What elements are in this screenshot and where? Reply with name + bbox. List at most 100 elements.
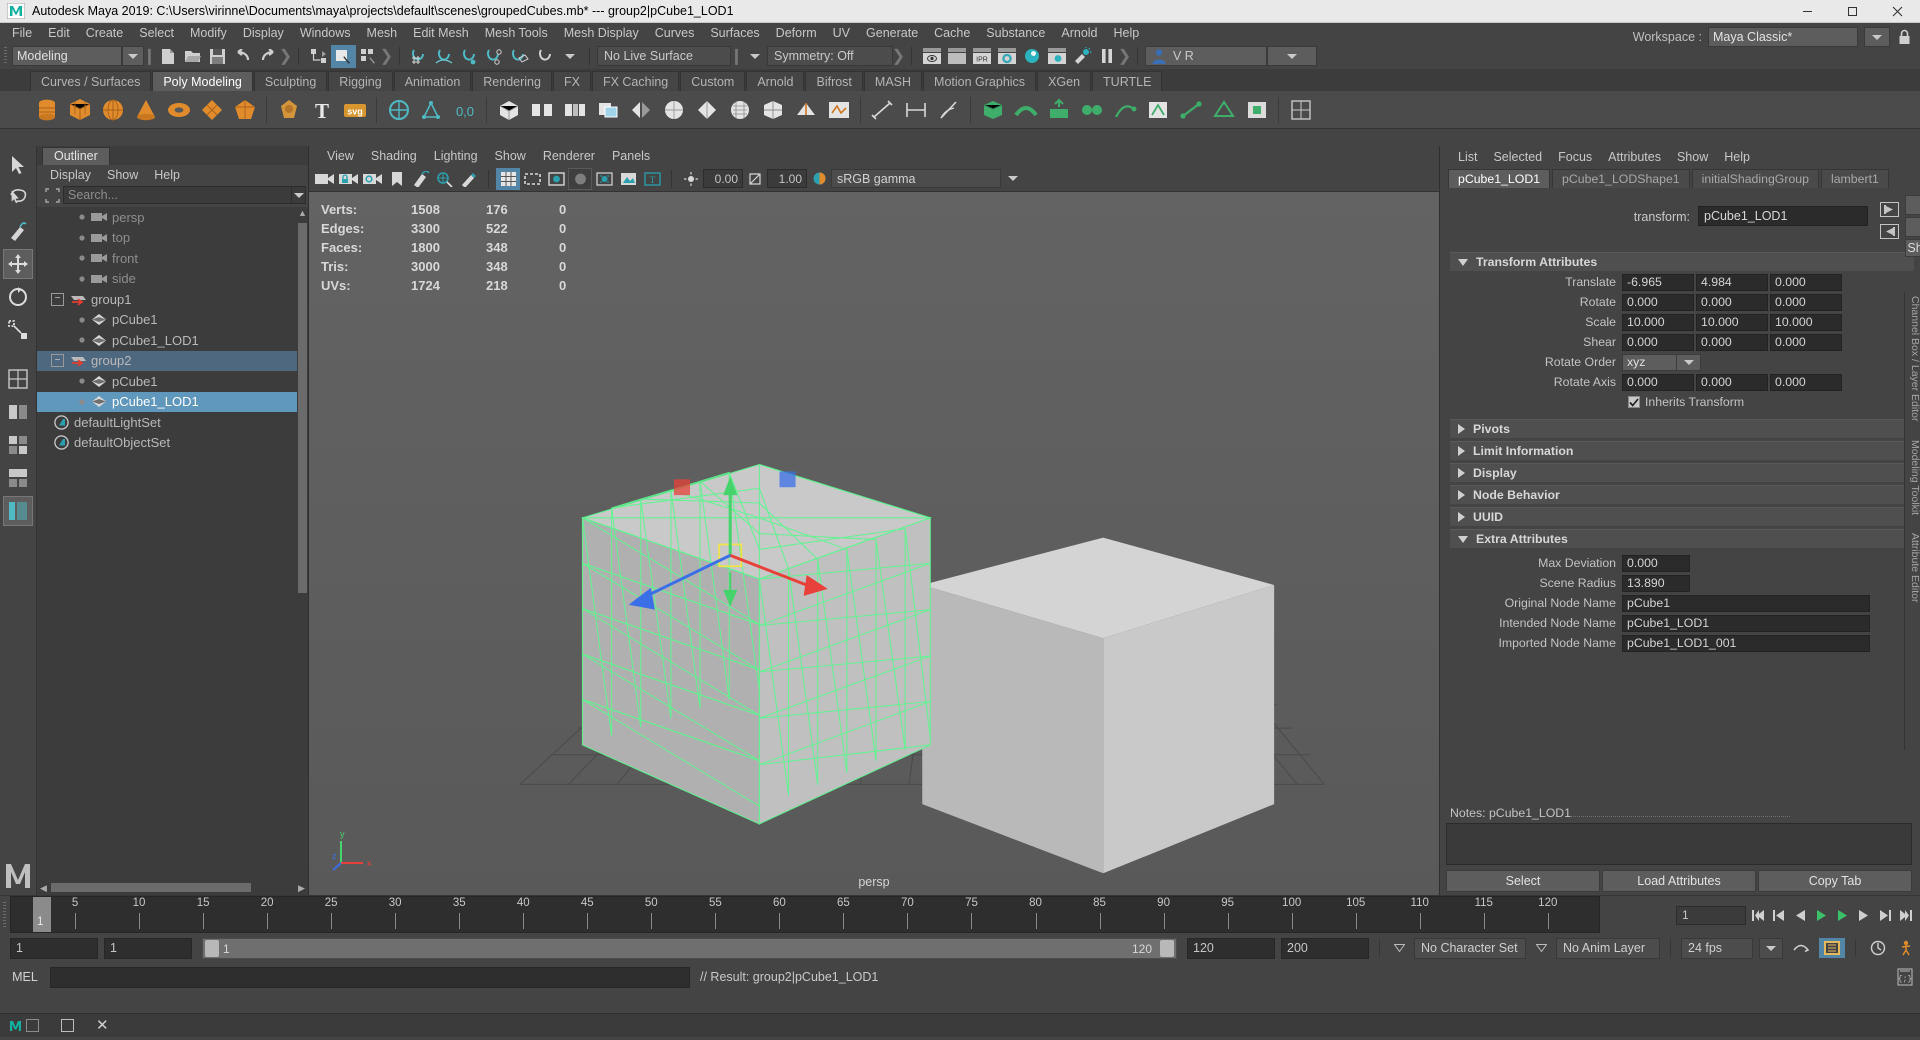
image-plane-icon[interactable] bbox=[409, 168, 433, 190]
menu-file[interactable]: File bbox=[4, 23, 40, 43]
select-tool-icon[interactable] bbox=[3, 150, 33, 180]
scroll-right-arrow[interactable]: ▶ bbox=[295, 882, 308, 894]
scene-radius-input[interactable]: 13.890 bbox=[1622, 575, 1690, 592]
view-panel-four-icon[interactable] bbox=[3, 430, 33, 460]
outliner-item-defaultobjectset[interactable]: defaultObjectSet bbox=[37, 433, 308, 454]
menu-edit-mesh[interactable]: Edit Mesh bbox=[405, 23, 477, 43]
connect-icon[interactable] bbox=[1176, 94, 1205, 126]
menu-create[interactable]: Create bbox=[78, 23, 132, 43]
copy-tab-button[interactable]: Copy Tab bbox=[1758, 870, 1912, 892]
new-scene-button[interactable] bbox=[155, 45, 180, 68]
uv-editor-icon[interactable] bbox=[1286, 94, 1315, 126]
measure-arc-icon[interactable] bbox=[934, 94, 963, 126]
rail-tab-channel-box[interactable]: Channel Box / Layer Editor bbox=[1905, 292, 1920, 426]
imported-node-name-input[interactable]: pCube1_LOD1_001 bbox=[1622, 635, 1870, 652]
poly-torus-icon[interactable] bbox=[164, 94, 193, 126]
ae-menu-attributes[interactable]: Attributes bbox=[1600, 149, 1669, 165]
smooth-icon[interactable] bbox=[659, 94, 688, 126]
shelf-tab-turtle[interactable]: TURTLE bbox=[1092, 71, 1162, 91]
scale-x-input[interactable]: 10.000 bbox=[1622, 314, 1694, 331]
scale-tool-icon[interactable] bbox=[3, 315, 33, 345]
shear-x-input[interactable]: 0.000 bbox=[1622, 334, 1694, 351]
menu-display[interactable]: Display bbox=[235, 23, 292, 43]
color-management-icon[interactable] bbox=[807, 168, 831, 190]
outliner-horizontal-scrollbar[interactable]: ◀ ▶ bbox=[37, 881, 308, 895]
close-button[interactable] bbox=[1875, 0, 1920, 23]
reduce-icon[interactable] bbox=[692, 94, 721, 126]
shelf-tab-fx-caching[interactable]: FX Caching bbox=[592, 71, 679, 91]
extrude-icon[interactable] bbox=[1044, 94, 1073, 126]
xray-text-icon[interactable]: T bbox=[640, 168, 664, 190]
section-node-behavior[interactable]: Node Behavior bbox=[1450, 485, 1914, 504]
poly-cylinder-icon[interactable] bbox=[32, 94, 61, 126]
snap-to-grid-button[interactable] bbox=[407, 45, 432, 68]
maximize-button[interactable] bbox=[1830, 0, 1875, 23]
anim-layer-dropdown-arrow[interactable] bbox=[1532, 938, 1550, 958]
save-scene-button[interactable] bbox=[205, 45, 230, 68]
shelf-tab-animation[interactable]: Animation bbox=[394, 71, 472, 91]
bookmark-icon[interactable] bbox=[385, 168, 409, 190]
taskbar-close-icon[interactable]: ✕ bbox=[96, 1018, 109, 1033]
separate-icon[interactable] bbox=[527, 94, 556, 126]
menu-cache[interactable]: Cache bbox=[926, 23, 978, 43]
playback-start-time-field[interactable]: 1 bbox=[104, 938, 192, 959]
load-attributes-button[interactable]: Load Attributes bbox=[1602, 870, 1756, 892]
playback-end-time-field[interactable]: 120 bbox=[1187, 938, 1275, 959]
section-extra-attributes[interactable]: Extra Attributes bbox=[1450, 529, 1914, 548]
rotate-tool-icon[interactable] bbox=[3, 282, 33, 312]
expand-collapse-toggle[interactable]: − bbox=[51, 354, 64, 367]
move-tool-icon[interactable] bbox=[3, 249, 33, 279]
outliner-menu-help[interactable]: Help bbox=[147, 167, 187, 183]
shelf-tab-fx[interactable]: FX bbox=[553, 71, 591, 91]
grid-toggle-icon[interactable] bbox=[496, 168, 520, 190]
poly-sphere-icon[interactable] bbox=[98, 94, 127, 126]
last-tool-icon[interactable] bbox=[3, 364, 33, 394]
shelf-tab-curves-surfaces[interactable]: Curves / Surfaces bbox=[30, 71, 151, 91]
lasso-tool-icon[interactable] bbox=[3, 183, 33, 213]
snap-dropdown-arrow[interactable] bbox=[557, 45, 582, 68]
shelf-tab-xgen[interactable]: XGen bbox=[1037, 71, 1091, 91]
timeline-track[interactable]: 1 51015202530354045505560657075808590951… bbox=[10, 896, 1600, 933]
snap-together-icon[interactable]: 0,0 bbox=[450, 94, 479, 126]
ae-menu-selected[interactable]: Selected bbox=[1485, 149, 1550, 165]
menu-set-selector[interactable]: Modeling bbox=[12, 46, 122, 66]
outliner-item-group1[interactable]: −group1 bbox=[37, 289, 308, 310]
rail-tab-attribute-editor[interactable]: Attribute Editor bbox=[1905, 529, 1920, 606]
rail-tab-modeling-toolkit[interactable]: Modeling Toolkit bbox=[1905, 436, 1920, 519]
workspace-dropdown-arrow[interactable] bbox=[1864, 27, 1890, 47]
previous-node-arrow-icon[interactable] bbox=[1880, 202, 1899, 217]
shelf-tab-mash[interactable]: MASH bbox=[864, 71, 922, 91]
film-gate-icon[interactable] bbox=[520, 168, 544, 190]
animation-preferences-button[interactable] bbox=[1819, 938, 1845, 958]
type-tool-icon[interactable]: T bbox=[307, 94, 336, 126]
menu-mesh-tools[interactable]: Mesh Tools bbox=[477, 23, 556, 43]
viewport-menu-shading[interactable]: Shading bbox=[363, 148, 425, 164]
view-panel-three-icon[interactable] bbox=[3, 463, 33, 493]
rotate-axis-z-input[interactable]: 0.000 bbox=[1770, 374, 1842, 391]
go-to-end-button[interactable] bbox=[1896, 905, 1914, 925]
section-limit-information[interactable]: Limit Information bbox=[1450, 441, 1914, 460]
statusline-grip[interactable] bbox=[2, 45, 10, 67]
shear-z-input[interactable]: 0.000 bbox=[1770, 334, 1842, 351]
translate-z-input[interactable]: 0.000 bbox=[1770, 274, 1842, 291]
scroll-thumb[interactable] bbox=[298, 223, 307, 593]
command-line-input[interactable] bbox=[50, 967, 690, 988]
viewport-menu-view[interactable]: View bbox=[319, 148, 362, 164]
svg-tool-icon[interactable]: svg bbox=[340, 94, 369, 126]
measure-parameter-icon[interactable] bbox=[901, 94, 930, 126]
light-editor-button[interactable] bbox=[1069, 45, 1094, 68]
view-panel-persp-outliner-icon[interactable] bbox=[3, 496, 33, 526]
menu-surfaces[interactable]: Surfaces bbox=[702, 23, 767, 43]
exposure-icon[interactable] bbox=[679, 168, 703, 190]
shelf-tab-custom[interactable]: Custom bbox=[680, 71, 745, 91]
workspace-combo[interactable]: Maya Classic* bbox=[1708, 27, 1858, 47]
use-all-lights-icon[interactable] bbox=[616, 168, 640, 190]
shelf-tab-sculpting[interactable]: Sculpting bbox=[254, 71, 327, 91]
symmetry-dropdown-arrow[interactable] bbox=[742, 45, 767, 68]
select-by-component-type-button[interactable] bbox=[356, 45, 381, 68]
redo-previous-render-button[interactable] bbox=[944, 45, 969, 68]
exposure-value[interactable]: 0.00 bbox=[703, 169, 743, 188]
symmetry-field[interactable]: Symmetry: Off bbox=[767, 46, 893, 66]
rotate-axis-x-input[interactable]: 0.000 bbox=[1622, 374, 1694, 391]
smooth-shaded-icon[interactable] bbox=[568, 168, 592, 190]
